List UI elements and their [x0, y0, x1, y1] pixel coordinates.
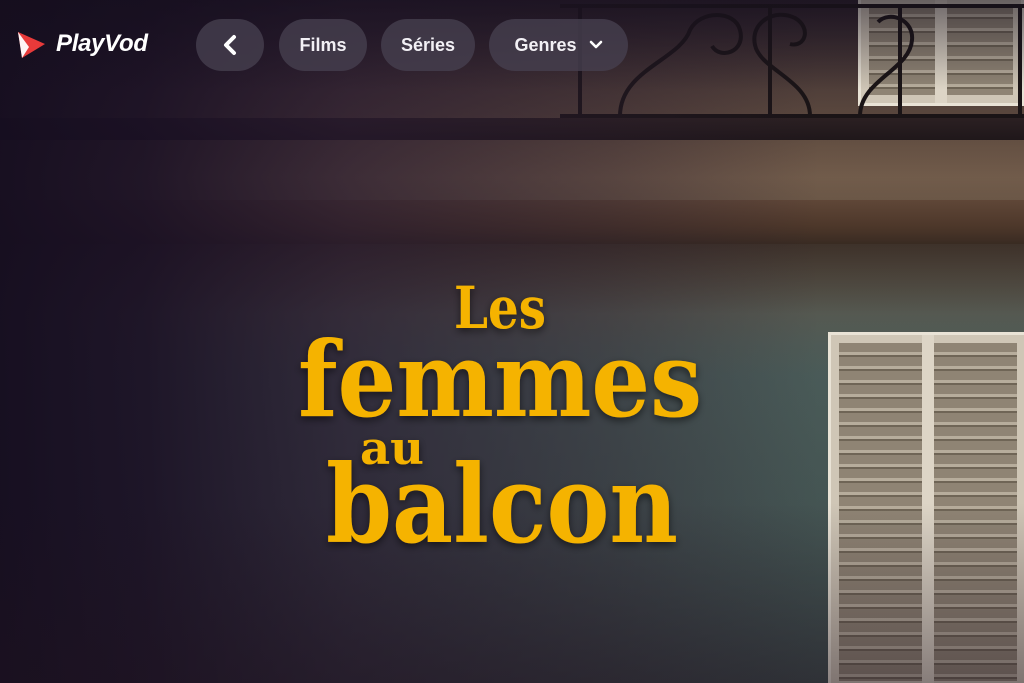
hero-title-logo: Les femmes au balcon: [280, 266, 720, 566]
hero-title-line-2: femmes: [298, 318, 702, 441]
chevron-left-icon: [224, 35, 236, 55]
brand-name: PlayVod: [56, 30, 148, 57]
hero-title-line-4: balcon: [326, 442, 678, 566]
play-triangle-icon: [18, 32, 45, 58]
nav-item-label: Genres: [514, 34, 577, 55]
nav-item-label: Séries: [400, 34, 456, 55]
back-button[interactable]: [196, 19, 264, 71]
nav-item-genres-dropdown[interactable]: Genres: [489, 19, 628, 71]
nav-item-label: Films: [299, 34, 347, 55]
top-navigation: PlayVod Films Séries Genres: [0, 0, 1024, 90]
nav-item-series[interactable]: Séries: [381, 19, 475, 71]
brand-logo[interactable]: PlayVod: [14, 26, 148, 62]
nav-item-films[interactable]: Films: [279, 19, 367, 71]
chevron-down-icon: [589, 40, 602, 49]
